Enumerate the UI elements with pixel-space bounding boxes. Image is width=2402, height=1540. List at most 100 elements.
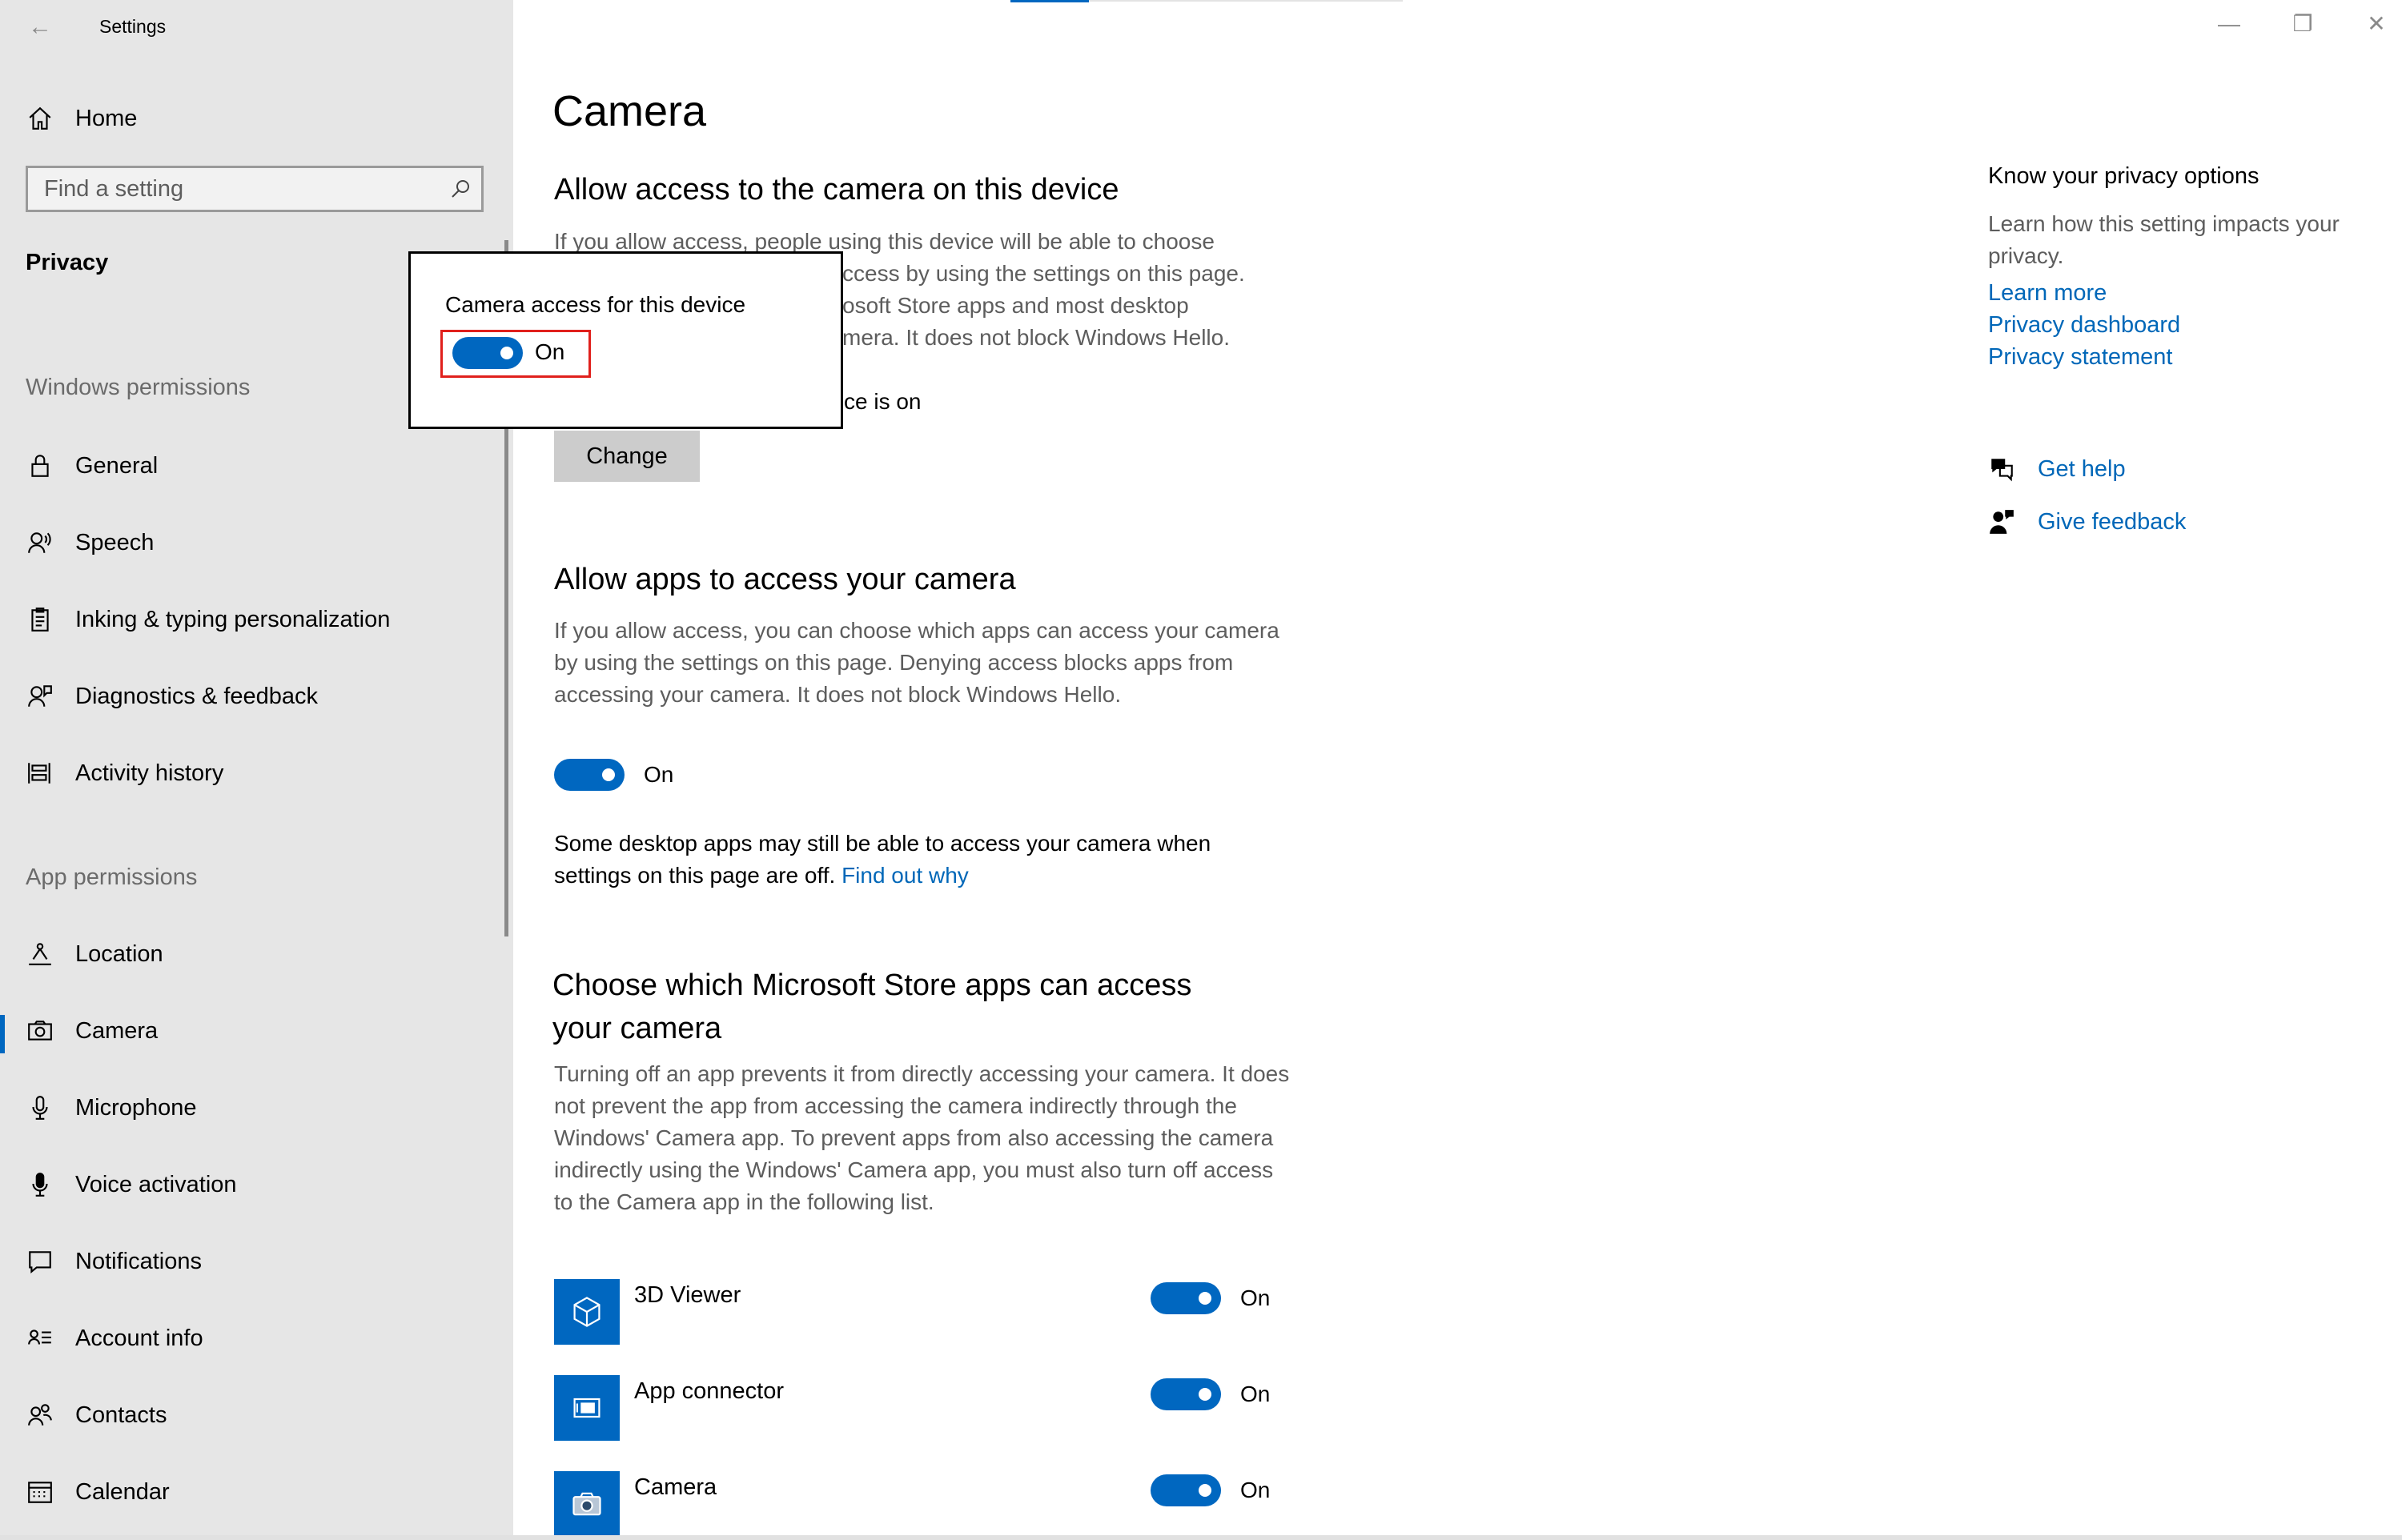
cube-icon bbox=[554, 1279, 620, 1345]
group-label-app-permissions: App permissions bbox=[26, 864, 198, 890]
close-icon[interactable]: ✕ bbox=[2360, 8, 2392, 40]
sidebar-item-general[interactable]: General bbox=[24, 443, 496, 488]
sidebar-item-label: Account info bbox=[75, 1325, 203, 1351]
notification-icon bbox=[24, 1245, 56, 1277]
home-icon bbox=[24, 102, 56, 134]
sidebar-item-calendar[interactable]: Calendar bbox=[24, 1470, 496, 1514]
search-box[interactable] bbox=[26, 166, 484, 212]
toggle-state-label: On bbox=[1240, 1478, 1271, 1502]
lock-icon bbox=[24, 450, 56, 482]
speech-icon bbox=[24, 527, 56, 559]
minimize-icon[interactable]: — bbox=[2213, 8, 2245, 40]
microphone-icon bbox=[24, 1092, 56, 1124]
camera-device-toggle[interactable] bbox=[452, 337, 523, 369]
back-arrow-icon[interactable]: ← bbox=[24, 11, 56, 43]
apps-access-heading: Allow apps to access your camera bbox=[554, 563, 1016, 596]
desktop-apps-note: Some desktop apps may still be able to a… bbox=[554, 828, 1291, 892]
calendar-icon bbox=[24, 1476, 56, 1508]
device-access-heading: Allow access to the camera on this devic… bbox=[554, 173, 1119, 207]
clipboard-icon bbox=[24, 604, 56, 636]
sidebar-item-home[interactable]: Home bbox=[24, 96, 137, 141]
location-icon bbox=[24, 938, 56, 970]
sidebar-item-camera[interactable]: Camera bbox=[24, 1009, 496, 1053]
desc-line: mera. It does not block Windows Hello. bbox=[842, 325, 1230, 350]
sidebar-item-location[interactable]: Location bbox=[24, 932, 496, 977]
top-divider bbox=[1089, 0, 1403, 2]
heading-line: your camera bbox=[552, 1012, 722, 1045]
sidebar-item-account-info[interactable]: Account info bbox=[24, 1316, 496, 1361]
find-out-why-link[interactable]: Find out why bbox=[842, 863, 969, 888]
privacy-statement-link[interactable]: Privacy statement bbox=[1988, 344, 2172, 371]
desc-line: ccess by using the settings on this page… bbox=[842, 261, 1245, 286]
contacts-icon bbox=[24, 1399, 56, 1431]
help-chat-icon bbox=[1991, 459, 2013, 482]
app-name: App connector bbox=[634, 1378, 785, 1404]
sidebar-item-label: Activity history bbox=[75, 760, 224, 786]
sidebar-item-label: General bbox=[75, 452, 159, 479]
diagnostics-icon bbox=[24, 680, 56, 712]
privacy-options-description: Learn how this setting impacts your priv… bbox=[1988, 211, 2340, 268]
privacy-options-heading: Know your privacy options bbox=[1988, 163, 2259, 189]
voice-icon bbox=[24, 1169, 56, 1201]
active-indicator bbox=[0, 1015, 5, 1053]
sidebar-item-diagnostics[interactable]: Diagnostics & feedback bbox=[24, 674, 496, 719]
camera-app-icon bbox=[554, 1471, 620, 1537]
activity-icon bbox=[24, 757, 56, 789]
app-row-app-connector: App connector On bbox=[554, 1375, 1275, 1442]
account-info-icon bbox=[24, 1322, 56, 1354]
sidebar-item-activity-history[interactable]: Activity history bbox=[24, 751, 496, 796]
section-heading-privacy: Privacy bbox=[26, 250, 109, 275]
sidebar-item-label: Inking & typing personalization bbox=[75, 606, 391, 632]
sidebar-item-voice-activation[interactable]: Voice activation bbox=[24, 1162, 496, 1207]
popup-toggle-highlight: On bbox=[440, 330, 591, 378]
toggle-state-label: On bbox=[1240, 1285, 1271, 1310]
get-help-link[interactable]: Get help bbox=[2038, 456, 2126, 483]
app-row-camera: Camera On bbox=[554, 1471, 1275, 1538]
app-name: Camera bbox=[634, 1474, 717, 1500]
sidebar-item-speech[interactable]: Speech bbox=[24, 520, 496, 565]
bottom-scroll-strip bbox=[0, 1535, 2402, 1540]
sidebar: ← Settings Home Privacy Windows permissi… bbox=[0, 0, 513, 1540]
restore-icon[interactable]: ❐ bbox=[2287, 8, 2319, 40]
sidebar-item-label: Home bbox=[75, 105, 138, 131]
apps-access-toggle[interactable] bbox=[554, 759, 625, 791]
search-input[interactable] bbox=[44, 168, 444, 210]
sidebar-item-microphone[interactable]: Microphone bbox=[24, 1085, 496, 1130]
store-apps-heading: Choose which Microsoft Store apps can ac… bbox=[552, 964, 1191, 1050]
app-toggle-camera[interactable] bbox=[1151, 1474, 1221, 1506]
sidebar-item-contacts[interactable]: Contacts bbox=[24, 1393, 496, 1438]
app-toggle-3d-viewer[interactable] bbox=[1151, 1282, 1221, 1314]
sidebar-item-label: Speech bbox=[75, 529, 155, 555]
app-toggle-app-connector[interactable] bbox=[1151, 1378, 1221, 1410]
toggle-state-label: On bbox=[535, 339, 565, 364]
learn-more-link[interactable]: Learn more bbox=[1988, 280, 2107, 307]
store-apps-description: Turning off an app prevents it from dire… bbox=[554, 1061, 1290, 1214]
page-title: Camera bbox=[552, 87, 707, 135]
give-feedback-link[interactable]: Give feedback bbox=[2038, 509, 2186, 535]
heading-line: Choose which Microsoft Store apps can ac… bbox=[552, 969, 1192, 1002]
camera-access-popup: Camera access for this device On bbox=[408, 251, 843, 429]
search-icon[interactable] bbox=[449, 178, 472, 200]
feedback-icon bbox=[1990, 510, 2014, 534]
app-connector-icon bbox=[554, 1375, 620, 1441]
privacy-dashboard-link[interactable]: Privacy dashboard bbox=[1988, 312, 2180, 339]
popup-label: Camera access for this device bbox=[445, 292, 746, 317]
give-feedback-link-row[interactable]: Give feedback bbox=[1988, 503, 2186, 541]
app-row-3d-viewer: 3D Viewer On bbox=[554, 1279, 1275, 1346]
toggle-state-label: On bbox=[1240, 1382, 1271, 1406]
sidebar-item-inking-typing[interactable]: Inking & typing personalization bbox=[24, 597, 496, 642]
top-accent-bar bbox=[1010, 0, 1089, 2]
change-button[interactable]: Change bbox=[554, 431, 700, 482]
app-name: 3D Viewer bbox=[634, 1282, 741, 1308]
get-help-link-row[interactable]: Get help bbox=[1988, 450, 2126, 488]
sidebar-item-label: Location bbox=[75, 940, 163, 967]
camera-icon bbox=[24, 1015, 56, 1047]
sidebar-item-label: Voice activation bbox=[75, 1171, 237, 1197]
sidebar-item-notifications[interactable]: Notifications bbox=[24, 1239, 496, 1284]
group-label-windows-permissions: Windows permissions bbox=[26, 375, 251, 400]
sidebar-item-label: Calendar bbox=[75, 1478, 170, 1505]
desc-line: osoft Store apps and most desktop bbox=[842, 293, 1189, 318]
app-title: Settings bbox=[99, 16, 167, 37]
sidebar-item-label: Microphone bbox=[75, 1094, 197, 1121]
device-access-status: ce is on bbox=[844, 389, 922, 414]
